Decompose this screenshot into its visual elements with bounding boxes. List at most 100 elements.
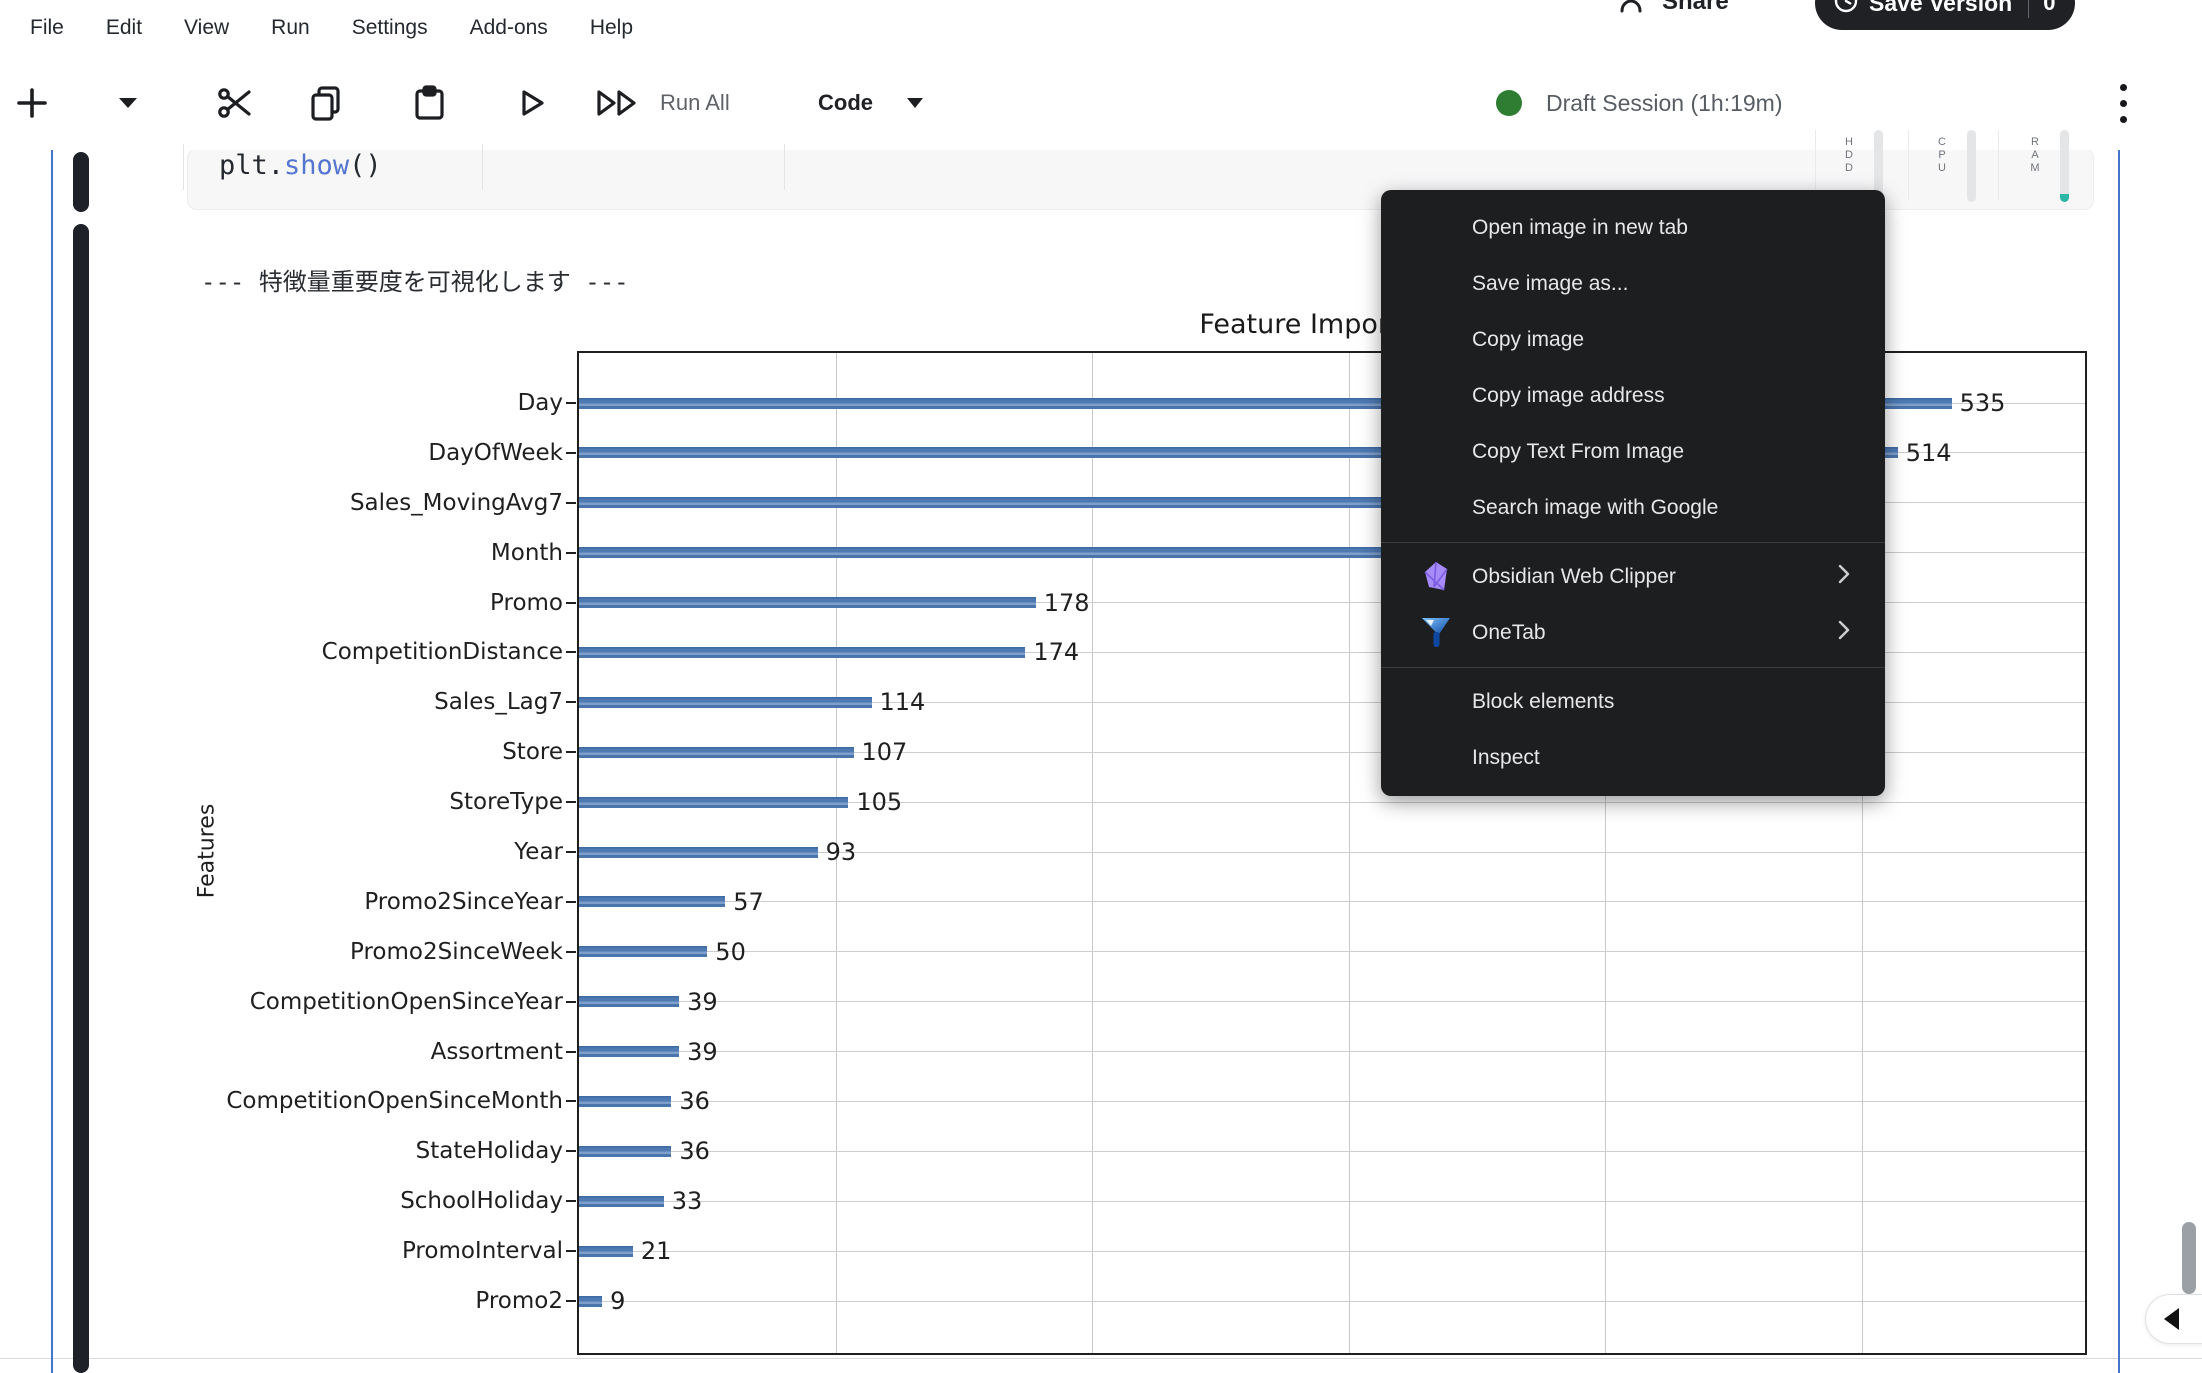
context-menu-group: Open image in new tabSave image as...Cop… (1381, 200, 1885, 536)
toolbar-divider (784, 144, 785, 190)
context-menu-group: Obsidian Web Clipper OneTab (1381, 549, 1885, 661)
cell-type-caret[interactable] (900, 56, 930, 150)
output-cell-focus-bar[interactable] (73, 224, 89, 1373)
y-axis-tick (566, 1100, 576, 1102)
caret-down-icon (117, 96, 139, 110)
version-count-badge[interactable]: 0 (2043, 0, 2059, 16)
category-label-promo2sinceweek: Promo2SinceWeek (187, 936, 563, 968)
share-button[interactable]: Share (1620, 0, 1729, 19)
value-label-promointerval: 21 (641, 1235, 672, 1267)
y-axis-tick (566, 751, 576, 753)
run-cell-button[interactable] (512, 56, 552, 150)
y-axis-tick (566, 901, 576, 903)
ram-gauge-fill (2060, 194, 2069, 202)
value-label-competitionopensincemonth: 36 (679, 1085, 710, 1117)
paste-cell-button[interactable] (407, 56, 451, 150)
copy-cell-button[interactable] (304, 56, 348, 150)
menu-item-copy-text-from-image[interactable]: Copy Text From Image (1381, 424, 1885, 480)
value-label-promo: 178 (1044, 587, 1090, 619)
chevron-right-icon (1837, 563, 1851, 585)
ram-gauge-track (2060, 130, 2069, 202)
toolbar-divider (183, 144, 184, 190)
menu-item-inspect[interactable]: Inspect (1381, 730, 1885, 786)
category-label-dayofweek: DayOfWeek (187, 437, 563, 469)
y-axis-tick (566, 602, 576, 604)
value-label-sales-lag7: 114 (880, 686, 926, 718)
notebook-bottom-divider (0, 1358, 2202, 1359)
value-label-promo2: 9 (610, 1285, 625, 1317)
menu-item-label: Block elements (1472, 690, 1614, 714)
category-label-competitionopensinceyear: CompetitionOpenSinceYear (187, 986, 563, 1018)
menu-item-obsidian-web-clipper[interactable]: Obsidian Web Clipper (1381, 549, 1885, 605)
y-gridline (579, 951, 2085, 952)
category-label-promo: Promo (187, 587, 563, 619)
cpu-gauge[interactable]: CPU (1926, 128, 1976, 204)
y-axis-tick (566, 801, 576, 803)
y-gridline (579, 1151, 2085, 1152)
session-status-dot (1496, 90, 1522, 116)
save-version-button[interactable]: Save Version 0 (1815, 0, 2075, 30)
menubar: File Edit View Run Settings Add-ons Help (0, 0, 1630, 56)
menubar-item-help[interactable]: Help (590, 16, 633, 40)
menubar-item-add-ons[interactable]: Add-ons (470, 16, 548, 40)
menubar-item-edit[interactable]: Edit (106, 16, 142, 40)
toolbar-divider (482, 144, 483, 190)
menu-item-search-image-with-google[interactable]: Search image with Google (1381, 480, 1885, 536)
category-label-stateholiday: StateHoliday (187, 1135, 563, 1167)
category-label-store: Store (187, 736, 563, 768)
ram-gauge-label: RAM (2019, 128, 2051, 204)
category-label-sales-lag7: Sales_Lag7 (187, 686, 563, 718)
menubar-item-view[interactable]: View (184, 16, 229, 40)
menu-item-copy-image-address[interactable]: Copy image address (1381, 368, 1885, 424)
add-cell-dropdown[interactable] (112, 56, 144, 150)
y-axis-tick (566, 552, 576, 554)
menubar-item-file[interactable]: File (30, 16, 64, 40)
cut-cell-button[interactable] (213, 56, 257, 150)
context-menu: Open image in new tabSave image as...Cop… (1381, 190, 1885, 796)
y-axis-tick (566, 1051, 576, 1053)
menu-item-copy-image[interactable]: Copy image (1381, 312, 1885, 368)
value-label-dayofweek: 514 (1906, 437, 1952, 469)
code-line[interactable]: plt.show() (219, 151, 382, 181)
category-label-competitiondistance: CompetitionDistance (187, 636, 563, 668)
y-axis-tick (566, 1150, 576, 1152)
y-gridline (579, 1051, 2085, 1052)
menubar-item-run[interactable]: Run (271, 16, 310, 40)
chevron-right-icon (1837, 619, 1851, 641)
bar-promo2 (579, 1296, 602, 1307)
menu-item-open-image-in-new-tab[interactable]: Open image in new tab (1381, 200, 1885, 256)
menu-item-onetab[interactable]: OneTab (1381, 605, 1885, 661)
output-log-line: --- 特徴量重要度を可視化します --- (201, 262, 629, 297)
obsidian-icon (1421, 561, 1453, 593)
menubar-item-settings[interactable]: Settings (352, 16, 428, 40)
run-all-button[interactable] (592, 56, 644, 150)
menu-item-label: Obsidian Web Clipper (1472, 565, 1676, 589)
value-label-competitiondistance: 174 (1033, 636, 1079, 668)
menu-item-block-elements[interactable]: Block elements (1381, 674, 1885, 730)
cell-type-dropdown[interactable]: Code (818, 56, 873, 150)
category-label-storetype: StoreType (187, 786, 563, 818)
add-cell-button[interactable] (12, 56, 52, 150)
menu-item-save-image-as[interactable]: Save image as... (1381, 256, 1885, 312)
collapse-panel-button[interactable] (2145, 1294, 2202, 1344)
chevron-left-icon (2164, 1308, 2179, 1330)
cell-selection-border-left (51, 150, 53, 1373)
y-gridline (579, 1301, 2085, 1302)
more-options-button[interactable] (2106, 56, 2140, 150)
bar-promointerval (579, 1246, 633, 1257)
session-status[interactable]: Draft Session (1h:19m) (1496, 56, 1782, 150)
gauge-divider (1998, 130, 1999, 200)
code-token: plt (219, 150, 268, 181)
scrollbar-thumb[interactable] (2182, 1222, 2196, 1294)
code-cell-focus-bar[interactable] (73, 152, 89, 212)
context-menu-group: Block elements Inspect (1381, 674, 1885, 786)
menu-item-label: Copy Text From Image (1472, 440, 1684, 464)
run-all-label[interactable]: Run All (660, 56, 730, 150)
cpu-gauge-label: CPU (1926, 128, 1958, 204)
y-gridline (579, 1251, 2085, 1252)
bar-schoolholiday (579, 1196, 664, 1207)
bar-competitiondistance (579, 647, 1025, 658)
ram-gauge[interactable]: RAM (2019, 128, 2069, 204)
menu-item-label: Open image in new tab (1472, 216, 1688, 240)
y-axis-tick (566, 1001, 576, 1003)
